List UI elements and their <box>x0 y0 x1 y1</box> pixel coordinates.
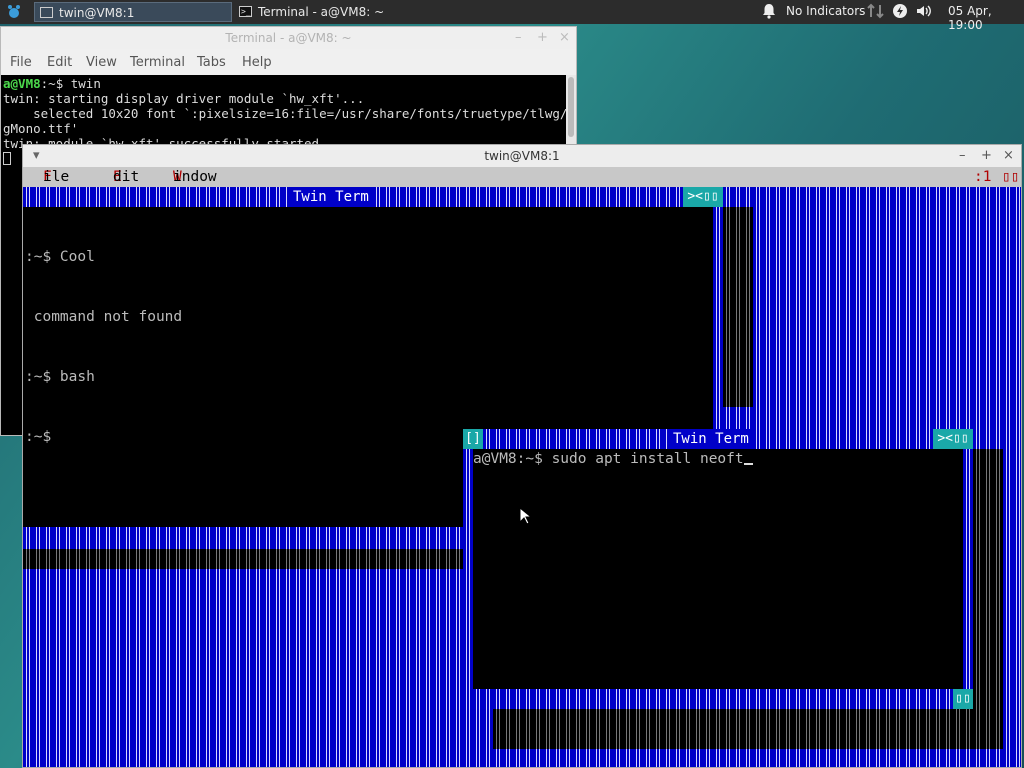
top-panel: twin@VM8:1 Terminal - a@VM8: ~ No Indica… <box>0 0 1024 32</box>
twin-term2-close-button[interactable]: [] <box>463 429 483 449</box>
window-menu-icon[interactable]: ▾ <box>33 145 40 167</box>
mouse-pointer-icon <box>519 506 533 529</box>
twin-menubar: File Edit Window :1 ▯▯ <box>23 167 1021 187</box>
terminal-line: :~$ Cool <box>25 249 95 265</box>
power-icon[interactable] <box>892 3 908 22</box>
window-titlebar[interactable]: Terminal - a@VM8: ~ – + × <box>1 27 576 49</box>
window-shadow <box>493 709 1003 749</box>
menu-tabs[interactable]: Tabs <box>197 55 226 70</box>
twin-term1-buttons[interactable]: ><▯▯ <box>683 187 723 207</box>
terminal-line: twin: starting display driver module `hw… <box>3 91 365 106</box>
terminal-line: command not found <box>25 309 183 325</box>
twin-term1-bottom-border <box>23 529 463 549</box>
whisker-menu-icon[interactable] <box>4 2 24 22</box>
menu-view[interactable]: View <box>86 55 117 70</box>
minimize-icon[interactable]: – <box>515 27 522 49</box>
screen-buttons[interactable]: ▯▯ <box>1002 167 1019 187</box>
terminal-line: gMono.ttf' <box>3 121 79 136</box>
twin-term1-titlebar[interactable]: Twin Term ><▯▯ <box>23 187 723 207</box>
notification-bell-icon[interactable] <box>762 3 776 22</box>
text-cursor <box>743 463 753 465</box>
indicators-label[interactable]: No Indicators <box>786 4 865 18</box>
twin-term2-title: Twin Term <box>669 429 753 449</box>
window-title: Terminal - a@VM8: ~ <box>225 31 352 45</box>
taskbar-item-label: Terminal - a@VM8: ~ <box>258 5 385 19</box>
terminal-prompt-line: a@VM8:~$ sudo apt install neoft <box>473 451 744 467</box>
twin-term2-scrollbar[interactable] <box>963 449 973 689</box>
menu-terminal[interactable]: Terminal <box>130 55 185 70</box>
twin-term2-bottom-border <box>463 689 973 709</box>
window-title: twin@VM8:1 <box>484 149 560 163</box>
window-shadow <box>723 207 753 407</box>
volume-icon[interactable] <box>915 3 933 22</box>
menu-help[interactable]: Help <box>242 55 272 70</box>
taskbar-item-twin[interactable]: twin@VM8:1 <box>34 2 232 22</box>
terminal-line: selected 10x20 font `:pixelsize=16:file=… <box>3 106 566 121</box>
twin-term2-buttons[interactable]: ><▯▯ <box>933 429 973 449</box>
clock[interactable]: 05 Apr, 19:00 <box>948 4 1024 32</box>
twin-term2-titlebar[interactable]: [] Twin Term ><▯▯ <box>463 429 973 449</box>
screen-indicator: :1 <box>974 169 992 185</box>
terminal-icon <box>239 2 252 22</box>
window-icon <box>40 7 53 18</box>
taskbar-item-terminal[interactable]: Terminal - a@VM8: ~ <box>234 2 454 22</box>
window-titlebar[interactable]: ▾ twin@VM8:1 – + × <box>23 145 1021 167</box>
twin-term1-title: Twin Term <box>289 187 373 207</box>
minimize-icon[interactable]: – <box>959 145 966 167</box>
twin-term2-body[interactable]: a@VM8:~$ sudo apt install neoft <box>473 449 963 689</box>
window-shadow <box>973 449 1003 709</box>
terminal-line: :~$ bash <box>25 369 95 385</box>
twin-term1-scrollbar[interactable] <box>713 207 723 407</box>
twin-screen[interactable]: File Edit Window :1 ▯▯ Twin Term ><▯▯ :~… <box>23 167 1021 767</box>
twin-window: ▾ twin@VM8:1 – + × File Edit Window :1 ▯… <box>22 144 1022 768</box>
menubar: File Edit View Terminal Tabs Help <box>1 51 576 75</box>
menu-file[interactable]: File <box>10 55 32 70</box>
close-icon[interactable]: × <box>559 27 570 49</box>
menu-edit[interactable]: Edit <box>47 55 72 70</box>
text-cursor <box>3 152 11 165</box>
maximize-icon[interactable]: + <box>537 27 548 49</box>
taskbar-item-label: twin@VM8:1 <box>59 6 135 20</box>
twin-term2-resize-handle[interactable]: ▯▯ <box>953 689 973 709</box>
close-icon[interactable]: × <box>1003 145 1014 167</box>
twin-term2-left-border <box>463 449 473 689</box>
terminal-line: a@VM8:~$ twin <box>3 76 101 91</box>
network-icon[interactable] <box>867 3 885 22</box>
scrollbar-thumb[interactable] <box>568 77 574 137</box>
maximize-icon[interactable]: + <box>981 145 992 167</box>
